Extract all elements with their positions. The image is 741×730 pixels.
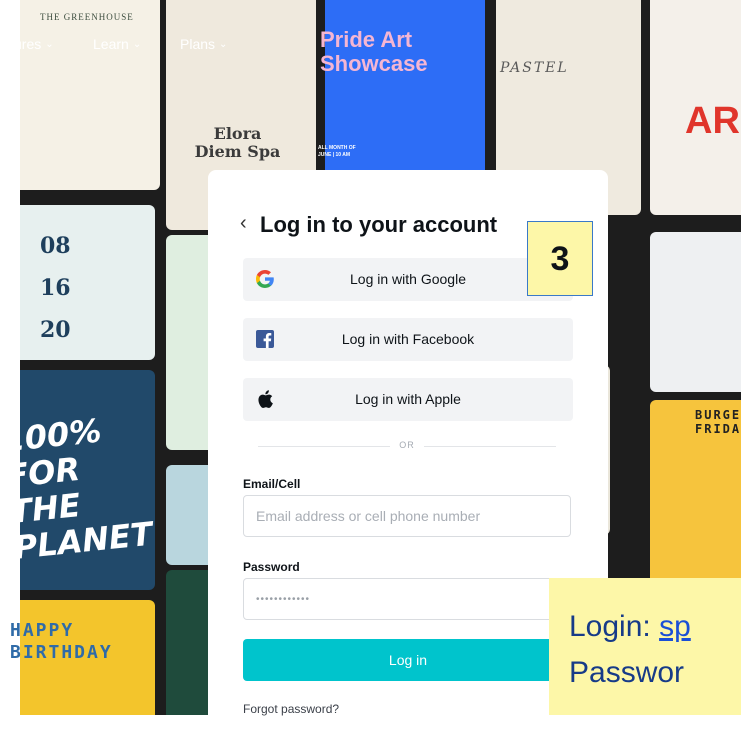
- pride-text: Pride Art Showcase: [320, 27, 428, 76]
- nav-plans[interactable]: Plans ⌄: [180, 36, 227, 52]
- greenhouse-text: THE GREENHOUSE: [40, 12, 134, 22]
- email-input[interactable]: [243, 495, 571, 537]
- credentials-login-line: Login: sp: [569, 610, 691, 644]
- login-email-link[interactable]: sp: [659, 610, 691, 643]
- apple-login-label: Log in with Apple: [355, 391, 461, 407]
- nav-plans-label: Plans: [180, 36, 216, 52]
- login-title: Log in to your account: [260, 212, 498, 237]
- art-text: AR: [685, 100, 740, 142]
- template-tile-greenhouse: [20, 0, 160, 190]
- allmonth-text: ALL MONTH OF JUNE | 10 AM: [318, 145, 356, 158]
- or-divider: OR: [258, 440, 556, 450]
- divider-line-right: [424, 446, 556, 447]
- facebook-login-label: Log in with Facebook: [341, 331, 475, 347]
- chevron-down-icon: ⌄: [45, 38, 54, 50]
- facebook-login-button[interactable]: Log in with Facebook: [243, 318, 573, 361]
- happy-text: HAPPY BIRTHDAY: [10, 620, 113, 663]
- burger-text: BURGER FRIDAY: [695, 408, 741, 436]
- elora-text: Elora Diem Spa: [194, 124, 281, 161]
- date-08: 08: [40, 233, 71, 259]
- nav-features[interactable]: ures ⌄: [14, 36, 54, 52]
- date-16: 16: [40, 275, 71, 301]
- step-badge: 3: [527, 221, 593, 296]
- forgot-password-link[interactable]: Forgot password?: [243, 702, 339, 716]
- google-login-button[interactable]: Log in with Google: [243, 258, 573, 301]
- credentials-password-line: Passwor: [569, 656, 685, 689]
- password-label: Password: [243, 560, 300, 574]
- nav-features-label: ures: [14, 36, 42, 52]
- dates-text: 08 16 20: [40, 225, 71, 351]
- planet-text: 100% FOR THE PLANET: [0, 411, 155, 567]
- login-button[interactable]: Log in: [243, 639, 573, 681]
- template-tile-photo: [650, 232, 741, 392]
- nav-learn[interactable]: Learn ⌄: [93, 36, 141, 52]
- chevron-left-icon[interactable]: ‹: [240, 212, 247, 235]
- chevron-down-icon: ⌄: [132, 38, 142, 50]
- apple-login-button[interactable]: Log in with Apple: [243, 378, 573, 421]
- password-input[interactable]: ••••••••••••: [243, 578, 571, 620]
- nav-learn-label: Learn: [93, 36, 129, 52]
- google-login-label: Log in with Google: [350, 271, 466, 287]
- or-text: OR: [399, 440, 415, 450]
- pastel-text: PASTEL: [500, 60, 569, 76]
- email-label: Email/Cell: [243, 477, 301, 491]
- login-prefix: Login:: [569, 610, 660, 643]
- date-20: 20: [40, 317, 71, 343]
- credentials-note: Login: sp Passwor: [549, 578, 741, 715]
- chevron-down-icon: ⌄: [219, 38, 228, 50]
